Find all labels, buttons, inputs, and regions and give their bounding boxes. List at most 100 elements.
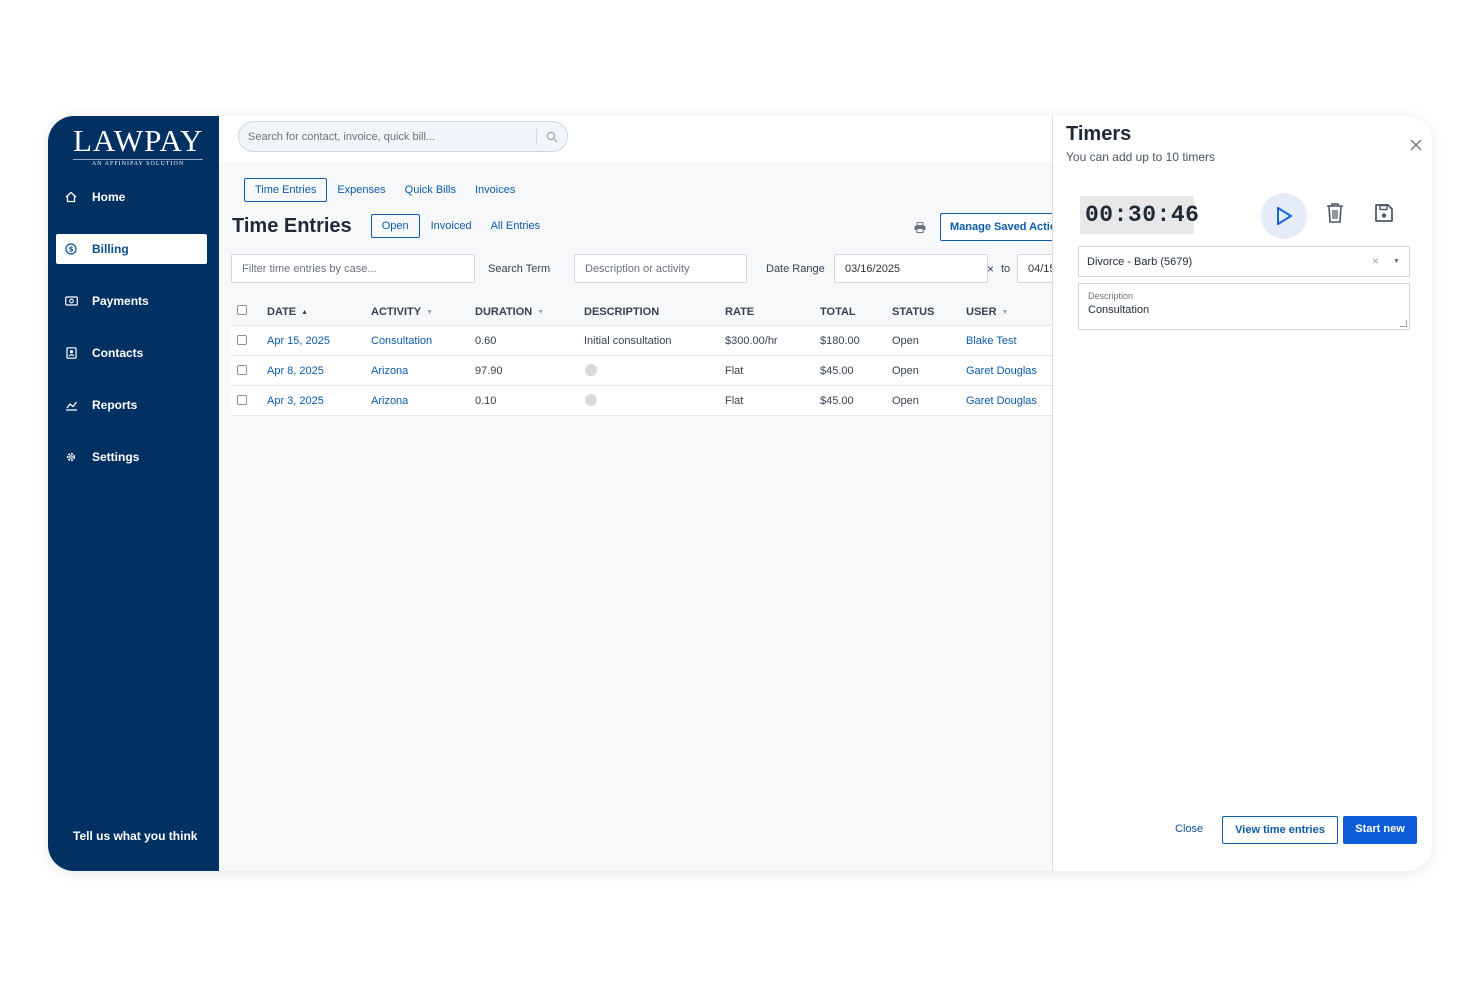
date-from-input[interactable]	[834, 254, 988, 283]
column-header-status: STATUS	[892, 306, 935, 318]
start-new-button[interactable]: Start new	[1343, 816, 1417, 844]
row-checkbox[interactable]	[237, 365, 247, 375]
table-row[interactable]: Apr 8, 2025 Arizona 97.90 Flat $45.00 Op…	[231, 356, 1052, 386]
row-checkbox[interactable]	[237, 335, 247, 345]
entry-duration: 0.10	[475, 395, 497, 407]
clear-date-icon[interactable]: ×	[987, 262, 994, 276]
svg-text:$: $	[69, 246, 74, 254]
play-icon	[1277, 207, 1292, 225]
case-select[interactable]: Divorce - Barb (5679)	[1078, 246, 1410, 277]
entry-status: Open	[892, 365, 919, 377]
empty-description-indicator	[585, 394, 597, 406]
search-input[interactable]	[248, 130, 528, 143]
timer-display: 00:30:46	[1080, 196, 1199, 234]
sort-icon: ▼	[1001, 308, 1009, 316]
sidebar-nav: Home $ Billing Payments Contacts Reports…	[56, 182, 207, 494]
column-header-activity[interactable]: ACTIVITY ▼	[371, 306, 433, 318]
close-button[interactable]: Close	[1175, 823, 1203, 835]
entry-total: $45.00	[820, 395, 854, 407]
sidebar-item-label: Reports	[92, 398, 138, 412]
entry-user-link[interactable]: Garet Douglas	[966, 365, 1037, 377]
feedback-link[interactable]: Tell us what you think	[73, 829, 197, 843]
entry-rate: $300.00/hr	[725, 335, 778, 347]
chevron-down-icon[interactable]: ▼	[1393, 258, 1400, 265]
filters-bar: Search Term Date Range × to	[231, 254, 1097, 284]
sidebar-item-home[interactable]: Home	[56, 182, 207, 212]
column-header-total: TOTAL	[820, 306, 856, 318]
filter-tab-open[interactable]: Open	[370, 214, 420, 238]
view-time-entries-button[interactable]: View time entries	[1222, 816, 1338, 844]
timers-panel: Timers You can add up to 10 timers 00:30…	[1052, 116, 1432, 871]
manage-saved-actions-button[interactable]: Manage Saved Actions	[940, 213, 1060, 241]
case-filter-input[interactable]	[231, 254, 475, 283]
entry-status: Open	[892, 335, 919, 347]
contact-card-icon	[64, 346, 78, 360]
save-icon[interactable]	[1374, 203, 1394, 228]
sidebar-item-label: Billing	[92, 242, 129, 256]
entry-status: Open	[892, 395, 919, 407]
print-icon[interactable]	[914, 220, 926, 238]
time-entries-table: DATE ▲ ACTIVITY ▼ DURATION ▼ DESCRIPTION RA…	[231, 296, 1052, 416]
sidebar: LAWPAY AN AFFINIPAY SOLUTION Home $ Bill…	[48, 116, 219, 871]
sidebar-item-label: Contacts	[92, 346, 144, 360]
column-header-duration[interactable]: DURATION ▼	[475, 306, 544, 318]
sidebar-item-label: Payments	[92, 294, 149, 308]
home-icon	[64, 190, 78, 204]
play-button[interactable]	[1261, 193, 1307, 239]
table-row[interactable]: Apr 3, 2025 Arizona 0.10 Flat $45.00 Ope…	[231, 386, 1052, 416]
entry-user-link[interactable]: Garet Douglas	[966, 395, 1037, 407]
gear-icon	[64, 450, 78, 464]
sort-icon: ▼	[537, 308, 545, 316]
description-label: Description	[1088, 291, 1134, 301]
top-bar	[219, 116, 1052, 162]
date-to-label: to	[1001, 263, 1011, 275]
entry-description: Initial consultation	[584, 335, 672, 347]
sidebar-item-label: Settings	[92, 450, 140, 464]
search-term-label: Search Term	[488, 263, 551, 275]
search-icon[interactable]	[546, 130, 558, 148]
sort-icon: ▼	[426, 308, 434, 316]
chart-icon	[64, 398, 78, 412]
billing-tabs: Time Entries Expenses Quick Bills Invoic…	[244, 178, 534, 202]
entry-activity-link[interactable]: Arizona	[371, 365, 408, 377]
sidebar-item-contacts[interactable]: Contacts	[56, 338, 207, 368]
entry-activity-link[interactable]: Consultation	[371, 335, 432, 347]
lawpay-logo[interactable]: LAWPAY AN AFFINIPAY SOLUTION	[73, 124, 203, 167]
column-header-description: DESCRIPTION	[584, 306, 660, 318]
sidebar-item-settings[interactable]: Settings	[56, 442, 207, 472]
resize-handle[interactable]	[1400, 320, 1407, 327]
entry-date-link[interactable]: Apr 3, 2025	[267, 395, 324, 407]
table-header: DATE ▲ ACTIVITY ▼ DURATION ▼ DESCRIPTION RA…	[231, 296, 1052, 326]
column-header-user[interactable]: USER ▼	[966, 306, 1009, 318]
description-filter-input[interactable]	[574, 254, 747, 283]
entry-activity-link[interactable]: Arizona	[371, 395, 408, 407]
tab-time-entries[interactable]: Time Entries	[244, 178, 328, 202]
entry-date-link[interactable]: Apr 15, 2025	[267, 335, 330, 347]
entry-user-link[interactable]: Blake Test	[966, 335, 1017, 347]
select-all-checkbox[interactable]	[237, 305, 247, 315]
close-icon[interactable]	[1410, 138, 1422, 156]
entry-date-link[interactable]: Apr 8, 2025	[267, 365, 324, 377]
entry-duration: 97.90	[475, 365, 503, 377]
filter-tab-invoiced[interactable]: Invoiced	[431, 220, 472, 232]
column-header-date[interactable]: DATE ▲	[267, 306, 308, 318]
trash-icon[interactable]	[1325, 202, 1345, 229]
entry-rate: Flat	[725, 365, 744, 377]
dollar-circle-icon: $	[64, 242, 78, 256]
description-field[interactable]: Description Consultation	[1078, 283, 1410, 330]
tab-quick-bills[interactable]: Quick Bills	[405, 184, 456, 196]
table-row[interactable]: Apr 15, 2025 Consultation 0.60 Initial c…	[231, 326, 1052, 356]
filter-tab-all-entries[interactable]: All Entries	[491, 220, 541, 232]
row-checkbox[interactable]	[237, 395, 247, 405]
entry-duration: 0.60	[475, 335, 497, 347]
entry-total: $45.00	[820, 365, 854, 377]
sidebar-item-billing[interactable]: $ Billing	[56, 234, 207, 264]
clear-case-icon[interactable]: ×	[1372, 254, 1379, 268]
sidebar-item-reports[interactable]: Reports	[56, 390, 207, 420]
tab-invoices[interactable]: Invoices	[475, 184, 515, 196]
tab-expenses[interactable]: Expenses	[337, 184, 385, 196]
timers-subtitle: You can add up to 10 timers	[1066, 150, 1215, 164]
sidebar-item-payments[interactable]: Payments	[56, 286, 207, 316]
global-search	[238, 121, 568, 152]
timers-title: Timers	[1066, 123, 1132, 145]
